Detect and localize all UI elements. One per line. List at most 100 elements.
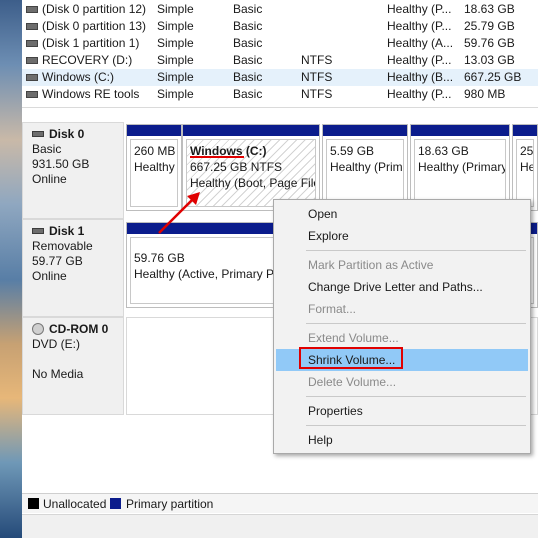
disk-state: No Media: [32, 367, 84, 381]
volume-type: Basic: [233, 36, 263, 50]
volume-name: Windows RE tools: [42, 87, 140, 101]
primary-partition-bar: [513, 125, 537, 136]
legend: Unallocated Primary partition: [22, 493, 538, 513]
partition-status: Healthy (Boot, Page File: [190, 176, 316, 190]
menu-item-delete-volume[interactable]: Delete Volume...: [276, 371, 528, 393]
volume-row[interactable]: Windows RE tools Simple Basic NTFS Healt…: [22, 86, 538, 103]
menu-item-open[interactable]: Open: [276, 203, 528, 225]
disk-name: Disk 0: [49, 127, 85, 141]
status-bar: [22, 514, 538, 538]
menu-item-extend-volume[interactable]: Extend Volume...: [276, 327, 528, 349]
menu-item-change-drive-letter[interactable]: Change Drive Letter and Paths...: [276, 276, 528, 298]
disk-icon: [32, 131, 44, 137]
volume-name: Windows (C:): [42, 69, 115, 86]
disk-state: Online: [32, 172, 67, 186]
menu-item-format[interactable]: Format...: [276, 298, 528, 320]
drive-icon: [26, 57, 38, 64]
volume-capacity: 980 MB: [464, 87, 506, 101]
disk-size: 931.50 GB: [32, 157, 90, 171]
legend-unallocated: Unallocated: [43, 497, 107, 511]
volume-layout: Simple: [157, 2, 194, 16]
volume-type: Basic: [233, 2, 263, 16]
primary-partition-bar: [323, 125, 407, 136]
partition-status: Hea: [520, 160, 533, 174]
primary-partition-bar: [127, 125, 181, 136]
disk-state: Online: [32, 269, 67, 283]
volume-layout: Simple: [157, 19, 194, 33]
partition-status: Healthy: [134, 160, 175, 174]
disk-0-title: Disk 0: [32, 127, 123, 142]
drive-icon: [26, 6, 38, 13]
partition-size: 260 MB: [134, 144, 176, 158]
volume-status: Healthy (B...: [387, 70, 454, 84]
cd-rom-label[interactable]: CD-ROM 0 DVD (E:) No Media: [22, 317, 124, 415]
partition-size: 5.59 GB: [330, 144, 375, 158]
primary-partition-bar: [411, 125, 509, 136]
disk0-partition[interactable]: 5.59 GB Healthy (Prim: [322, 124, 408, 211]
unallocated-swatch: [28, 498, 39, 509]
volume-name: RECOVERY (D:): [42, 53, 133, 67]
disk-icon: [32, 228, 44, 234]
cd-rom-title: CD-ROM 0: [32, 322, 123, 337]
volume-file-system: NTFS: [301, 70, 333, 84]
menu-separator: [306, 396, 526, 397]
volume-layout: Simple: [157, 36, 194, 50]
volume-file-system: NTFS: [301, 53, 333, 67]
volume-list[interactable]: (Disk 0 partition 12) Simple Basic Healt…: [22, 0, 538, 108]
volume-capacity: 25.79 GB: [464, 19, 515, 33]
disk0-partition[interactable]: 25.7 Hea: [512, 124, 538, 211]
disk-1-label[interactable]: Disk 1 Removable 59.77 GB Online: [22, 219, 124, 317]
volume-name: (Disk 0 partition 12): [42, 2, 147, 16]
desktop-wallpaper-strip: [0, 0, 22, 538]
volume-file-system: NTFS: [301, 87, 333, 101]
partition-status: Healthy (Prim: [330, 160, 403, 174]
volume-row[interactable]: (Disk 0 partition 12) Simple Basic Healt…: [22, 1, 538, 18]
red-arrow-icon: [158, 192, 200, 234]
highlight-box: [299, 347, 403, 369]
volume-status: Healthy (A...: [387, 36, 454, 50]
volume-row[interactable]: RECOVERY (D:) Simple Basic NTFS Healthy …: [22, 52, 538, 69]
primary-partition-bar: [183, 125, 319, 136]
volume-type: Basic: [233, 53, 263, 67]
volume-row[interactable]: (Disk 1 partition 1) Simple Basic Health…: [22, 35, 538, 52]
disk-name: CD-ROM 0: [49, 322, 109, 336]
disk-size: [32, 352, 123, 367]
volume-layout: Simple: [157, 70, 194, 84]
drive-icon: [26, 74, 38, 81]
menu-item-properties[interactable]: Properties: [276, 400, 528, 422]
drive-icon: [26, 91, 38, 98]
menu-item-mark-active[interactable]: Mark Partition as Active: [276, 254, 528, 276]
menu-item-help[interactable]: Help: [276, 429, 528, 451]
partition-size: 25.7: [520, 144, 534, 158]
menu-separator: [306, 323, 526, 324]
volume-capacity: 18.63 GB: [464, 2, 515, 16]
volume-row-selected[interactable]: Windows (C:) Simple Basic NTFS Healthy (…: [22, 69, 538, 86]
volume-name: (Disk 0 partition 13): [42, 19, 147, 33]
partition-info: 5.59 GB Healthy (Prim: [326, 139, 404, 207]
disk-0-label[interactable]: Disk 0 Basic 931.50 GB Online: [22, 122, 124, 219]
disk-kind: Removable: [32, 239, 93, 253]
partition-info: 18.63 GB Healthy (Primary: [414, 139, 506, 207]
highlight-underline: [190, 156, 244, 158]
volume-status: Healthy (P...: [387, 87, 452, 101]
cd-rom-icon: [32, 323, 44, 335]
menu-item-explore[interactable]: Explore: [276, 225, 528, 247]
volume-status: Healthy (P...: [387, 2, 452, 16]
volume-row[interactable]: (Disk 0 partition 13) Simple Basic Healt…: [22, 18, 538, 35]
volume-name: (Disk 1 partition 1): [42, 36, 140, 50]
disk-kind: DVD (E:): [32, 337, 80, 351]
disk-kind: Basic: [32, 142, 62, 156]
partition-status: Healthy (Primary: [418, 160, 506, 174]
disk0-partition[interactable]: 18.63 GB Healthy (Primary: [410, 124, 510, 211]
primary-partition-swatch: [110, 498, 121, 509]
drive-icon: [26, 23, 38, 30]
volume-capacity: 59.76 GB: [464, 36, 515, 50]
menu-separator: [306, 425, 526, 426]
volume-capacity: 667.25 GB: [464, 70, 522, 84]
volume-status: Healthy (P...: [387, 19, 452, 33]
context-menu: Open Explore Mark Partition as Active Ch…: [273, 199, 531, 454]
volume-capacity: 13.03 GB: [464, 53, 515, 67]
volume-type: Basic: [233, 19, 263, 33]
menu-separator: [306, 250, 526, 251]
volume-layout: Simple: [157, 53, 194, 67]
